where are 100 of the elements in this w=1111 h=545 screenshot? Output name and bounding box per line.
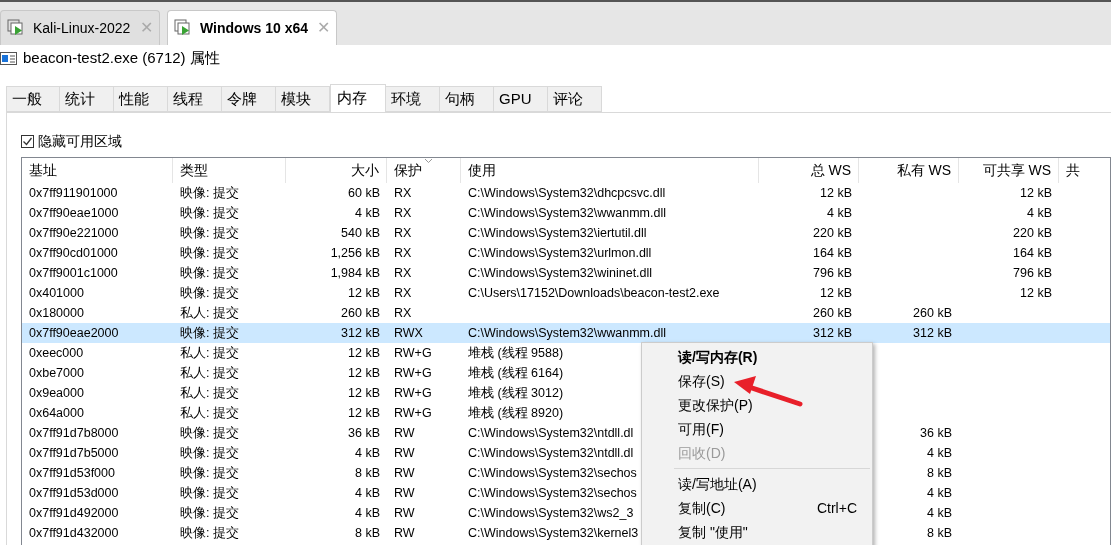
table-cell-text: 0x7ff911901000 — [29, 184, 118, 202]
table-cell-text: RW — [394, 464, 415, 482]
table-cell-text: 映像: 提交 — [180, 504, 239, 522]
table-cell-text: 映像: 提交 — [180, 284, 239, 302]
table-cell-text: RW — [394, 504, 415, 522]
table-cell-text: 映像: 提交 — [180, 204, 239, 222]
table-cell-text: 映像: 提交 — [180, 224, 239, 242]
table-cell-text: 12 kB — [820, 184, 852, 202]
table-cell-text: C:\Windows\System32\ntdll.dl — [468, 424, 634, 442]
tab[interactable]: 句柄 — [440, 86, 494, 112]
table-cell-text: 私人: 提交 — [180, 364, 239, 382]
table-cell-text: C:\Windows\System32\sechos — [468, 484, 637, 502]
table-cell-text: 312 kB — [913, 324, 952, 342]
table-cell-text: RW — [394, 484, 415, 502]
tab[interactable]: GPU — [494, 86, 548, 112]
table-cell-text: 0x401000 — [29, 284, 84, 302]
table-cell-text: 220 kB — [813, 224, 852, 242]
table-cell-text: 堆栈 (线程 8920) — [468, 404, 564, 422]
table-cell-text: 12 kB — [348, 344, 380, 362]
table-cell-text: 220 kB — [1013, 224, 1052, 242]
table-cell-text: 映像: 提交 — [180, 524, 239, 542]
table-cell-text: 4 kB — [355, 504, 380, 522]
table-cell-text: 8 kB — [355, 464, 380, 482]
tab[interactable]: 一般 — [6, 86, 60, 112]
table-cell-text: 映像: 提交 — [180, 484, 239, 502]
table-cell-text: RW+G — [394, 344, 432, 362]
table-cell-text: C:\Windows\System32\ws2_3 — [468, 504, 634, 522]
table-cell-text: 0x7ff90e221000 — [29, 224, 119, 242]
table-cell-text: 0x64a000 — [29, 404, 84, 422]
table-cell-text: 4 kB — [355, 484, 380, 502]
table-cell-text: 12 kB — [1020, 284, 1052, 302]
table-cell-text: 0xbe7000 — [29, 364, 84, 382]
table-cell-text: C:\Windows\System32\sechos — [468, 464, 637, 482]
tab[interactable]: 环境 — [386, 86, 440, 112]
menu-item[interactable]: 复制 "使用" — [642, 520, 872, 544]
table-cell-text: 4 kB — [355, 444, 380, 462]
table-cell-text: RW — [394, 444, 415, 462]
table-cell-text: 映像: 提交 — [180, 264, 239, 282]
table-cell-text: RX — [394, 204, 412, 222]
table-cell-text: 映像: 提交 — [180, 324, 239, 342]
table-cell-text: 36 kB — [348, 424, 380, 442]
table-cell-text: RW — [394, 524, 415, 542]
table-cell-text: 12 kB — [348, 404, 380, 422]
table-cell-text: 796 kB — [1013, 264, 1052, 282]
vm-tab[interactable]: Kali-Linux-2022 ✕ — [0, 10, 160, 45]
table-cell-text: 0x180000 — [29, 304, 84, 322]
table-cell-text: C:\Windows\System32\wwanmm.dll — [468, 204, 666, 222]
table-cell-text: C:\Windows\System32\urlmon.dll — [468, 244, 652, 262]
table-cell-text: RX — [394, 244, 412, 262]
table-cell-text: 12 kB — [348, 384, 380, 402]
table-cell-text: 映像: 提交 — [180, 184, 239, 202]
table-cell-text: RW — [394, 424, 415, 442]
table-cell-text: 164 kB — [813, 244, 852, 262]
table-cell-text: RX — [394, 264, 412, 282]
window-icon — [0, 52, 17, 65]
table-cell-text: 260 kB — [813, 304, 852, 322]
checkbox[interactable] — [21, 134, 34, 148]
table-cell-text: C:\Windows\System32\kernel3 — [468, 524, 639, 542]
tab[interactable]: 内存 — [330, 84, 386, 112]
table-cell-text: 映像: 提交 — [180, 444, 239, 462]
table-cell-text: 4 kB — [355, 204, 380, 222]
table-cell-text: 堆栈 (线程 3012) — [468, 384, 564, 402]
table-cell-text: C:\Windows\System32\iertutil.dll — [468, 224, 647, 242]
vm-icon — [7, 19, 25, 37]
table-cell-text: 60 kB — [348, 184, 380, 202]
table-cell-text: 4 kB — [927, 504, 952, 522]
table-cell-text: 0x7ff9001c1000 — [29, 264, 118, 282]
tab[interactable]: 评论 — [548, 86, 602, 112]
table-cell-text: 0x9ea000 — [29, 384, 84, 402]
table-cell-text: C:\Windows\System32\wininet.dll — [468, 264, 653, 282]
tab[interactable]: 统计 — [60, 86, 114, 112]
table-cell-text: C:\Windows\System32\ntdll.dl — [468, 444, 634, 462]
tab[interactable]: 令牌 — [222, 86, 276, 112]
table-cell-text: 1,256 kB — [330, 244, 380, 262]
table-cell-text: 映像: 提交 — [180, 464, 239, 482]
table-cell-text: RW+G — [394, 364, 432, 382]
table-cell-text: 12 kB — [820, 284, 852, 302]
table-cell-text: RWX — [394, 324, 423, 342]
table-cell-text: 312 kB — [813, 324, 852, 342]
tab[interactable]: 性能 — [114, 86, 168, 112]
table-cell-text: 0x7ff91d7b5000 — [29, 444, 119, 462]
table-cell-text: 4 kB — [827, 204, 852, 222]
table-cell-text: 0x7ff91d7b8000 — [29, 424, 119, 442]
table-cell-text: 0x7ff90eae2000 — [29, 324, 119, 342]
vm-tab[interactable]: Windows 10 x64 ✕ — [167, 10, 337, 45]
table-cell-text: RW+G — [394, 384, 432, 402]
window-title: beacon-test2.exe (6712) 属性 — [23, 48, 220, 69]
table-cell-text: 312 kB — [341, 324, 380, 342]
table-cell-text: 0x7ff90eae1000 — [29, 204, 119, 222]
table-cell-text: 12 kB — [1020, 184, 1052, 202]
table-cell-text: 私人: 提交 — [180, 384, 239, 402]
table-cell-text: 8 kB — [927, 524, 952, 542]
table-cell-text: 260 kB — [913, 304, 952, 322]
table-cell-text: 796 kB — [813, 264, 852, 282]
table-cell-text: RX — [394, 184, 412, 202]
table-cell-text: 0x7ff91d53f000 — [29, 464, 115, 482]
table-row[interactable]: 0x7ff90eae2000 映像: 提交 312 kB RWX C:\Windows\System32\wwanmm.dll 312 kB 312 kB — [22, 323, 1110, 343]
tab[interactable]: 线程 — [168, 86, 222, 112]
tab[interactable]: 模块 — [276, 86, 330, 112]
table-cell-text: 堆栈 (线程 9588) — [468, 344, 564, 362]
